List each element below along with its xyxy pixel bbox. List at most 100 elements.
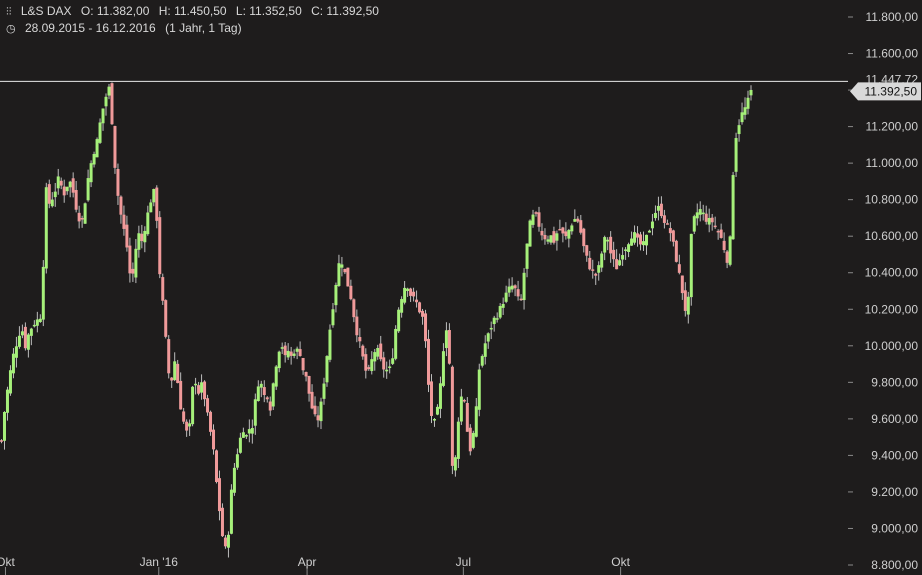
x-tick-label: Jan '16 [140, 555, 179, 569]
candle-down [591, 269, 595, 271]
candle-up [743, 107, 747, 115]
candle-down [167, 339, 171, 374]
candle-down [304, 371, 308, 377]
candle-down [62, 186, 66, 196]
candle-up [692, 216, 696, 232]
candle-down [343, 268, 347, 273]
candle-down [582, 228, 586, 247]
candle-down [310, 391, 314, 409]
candle-down [47, 184, 51, 204]
y-tick-label: 11.800,00 [866, 10, 919, 24]
candle-down [722, 240, 726, 251]
candle-up [394, 328, 398, 359]
candle-up [432, 419, 436, 421]
candle-up [89, 163, 93, 183]
candle-down [131, 268, 135, 274]
candle-down [719, 229, 723, 238]
candle-up [492, 317, 496, 325]
candle-down [349, 285, 353, 300]
candle-down [379, 343, 383, 360]
candle-down [355, 316, 359, 336]
candle-up [292, 353, 296, 356]
candle-up [35, 319, 39, 326]
candle-down [197, 385, 201, 394]
candle-up [627, 244, 631, 252]
candle-up [435, 406, 439, 415]
date-range-label: 28.09.2015 - 16.12.2016 [24, 21, 156, 35]
candle-up [740, 112, 744, 123]
candle-up [406, 288, 410, 291]
candlestick-icon[interactable]: ⫶⫶ [6, 6, 12, 19]
candle-up [525, 243, 529, 269]
candle-down [158, 217, 162, 275]
candle-down [80, 218, 84, 220]
candle-up [546, 239, 550, 242]
candle-up [600, 253, 604, 268]
symbol-label: L&S DAX [20, 4, 72, 18]
candle-up [403, 287, 407, 303]
x-tick-label: Apr [298, 555, 317, 569]
candle-up [606, 239, 610, 242]
candle-up [56, 176, 60, 189]
candle-down [182, 411, 186, 422]
candle-up [486, 333, 490, 342]
candle-up [191, 386, 195, 425]
candle-up [200, 382, 204, 393]
candle-up [644, 234, 648, 246]
candle-down [0, 440, 3, 442]
candle-up [522, 272, 526, 301]
x-axis: Okt Jan '16 Apr Jul Okt [0, 555, 631, 575]
candle-up [621, 255, 625, 260]
candle-down [668, 228, 672, 234]
candle-down [217, 478, 221, 512]
candle-up [728, 236, 732, 265]
candle-down [561, 227, 565, 234]
candle-up [238, 437, 242, 453]
candle-up [149, 202, 153, 213]
candle-down [170, 377, 174, 381]
candle-up [277, 351, 281, 369]
candle-up [400, 299, 404, 313]
candle-down [513, 285, 517, 289]
candle-down [155, 187, 159, 221]
candle-up [295, 348, 299, 352]
candle-down [409, 288, 413, 296]
candle-down [415, 299, 419, 303]
candle-up [624, 249, 628, 251]
candle-up [83, 203, 87, 224]
candle-up [134, 248, 138, 278]
candle-down [537, 212, 541, 227]
x-tick-label: Okt [611, 555, 630, 569]
candle-down [421, 310, 425, 317]
candle-up [232, 467, 236, 493]
candle-down [427, 338, 431, 385]
clock-icon[interactable]: ◷ [6, 22, 16, 35]
candle-down [301, 357, 305, 371]
candle-up [259, 383, 263, 388]
close-value: C: 11.392,50 [311, 4, 379, 18]
candle-up [689, 233, 693, 298]
candle-up [20, 331, 24, 336]
candle-up [737, 125, 741, 135]
candle-up [630, 238, 634, 246]
candle-down [110, 83, 114, 125]
candle-up [642, 241, 646, 246]
candle-down [346, 267, 350, 287]
candle-down [382, 357, 386, 370]
candle-up [695, 212, 699, 219]
candle-down [358, 337, 362, 342]
candle-up [707, 217, 711, 225]
candle-up [340, 264, 344, 268]
candle-up [53, 191, 57, 198]
candle-down [74, 190, 78, 210]
candle-up [95, 139, 99, 158]
candle-down [468, 427, 472, 452]
y-tick-label: 10.000,00 [865, 339, 919, 353]
candle-up [5, 389, 9, 413]
candle-down [519, 298, 523, 301]
candle-up [8, 370, 12, 394]
last-price-label: 11.392,50 [865, 84, 918, 98]
candle-down [185, 421, 189, 431]
candle-down [585, 245, 589, 256]
candle-down [665, 223, 669, 225]
